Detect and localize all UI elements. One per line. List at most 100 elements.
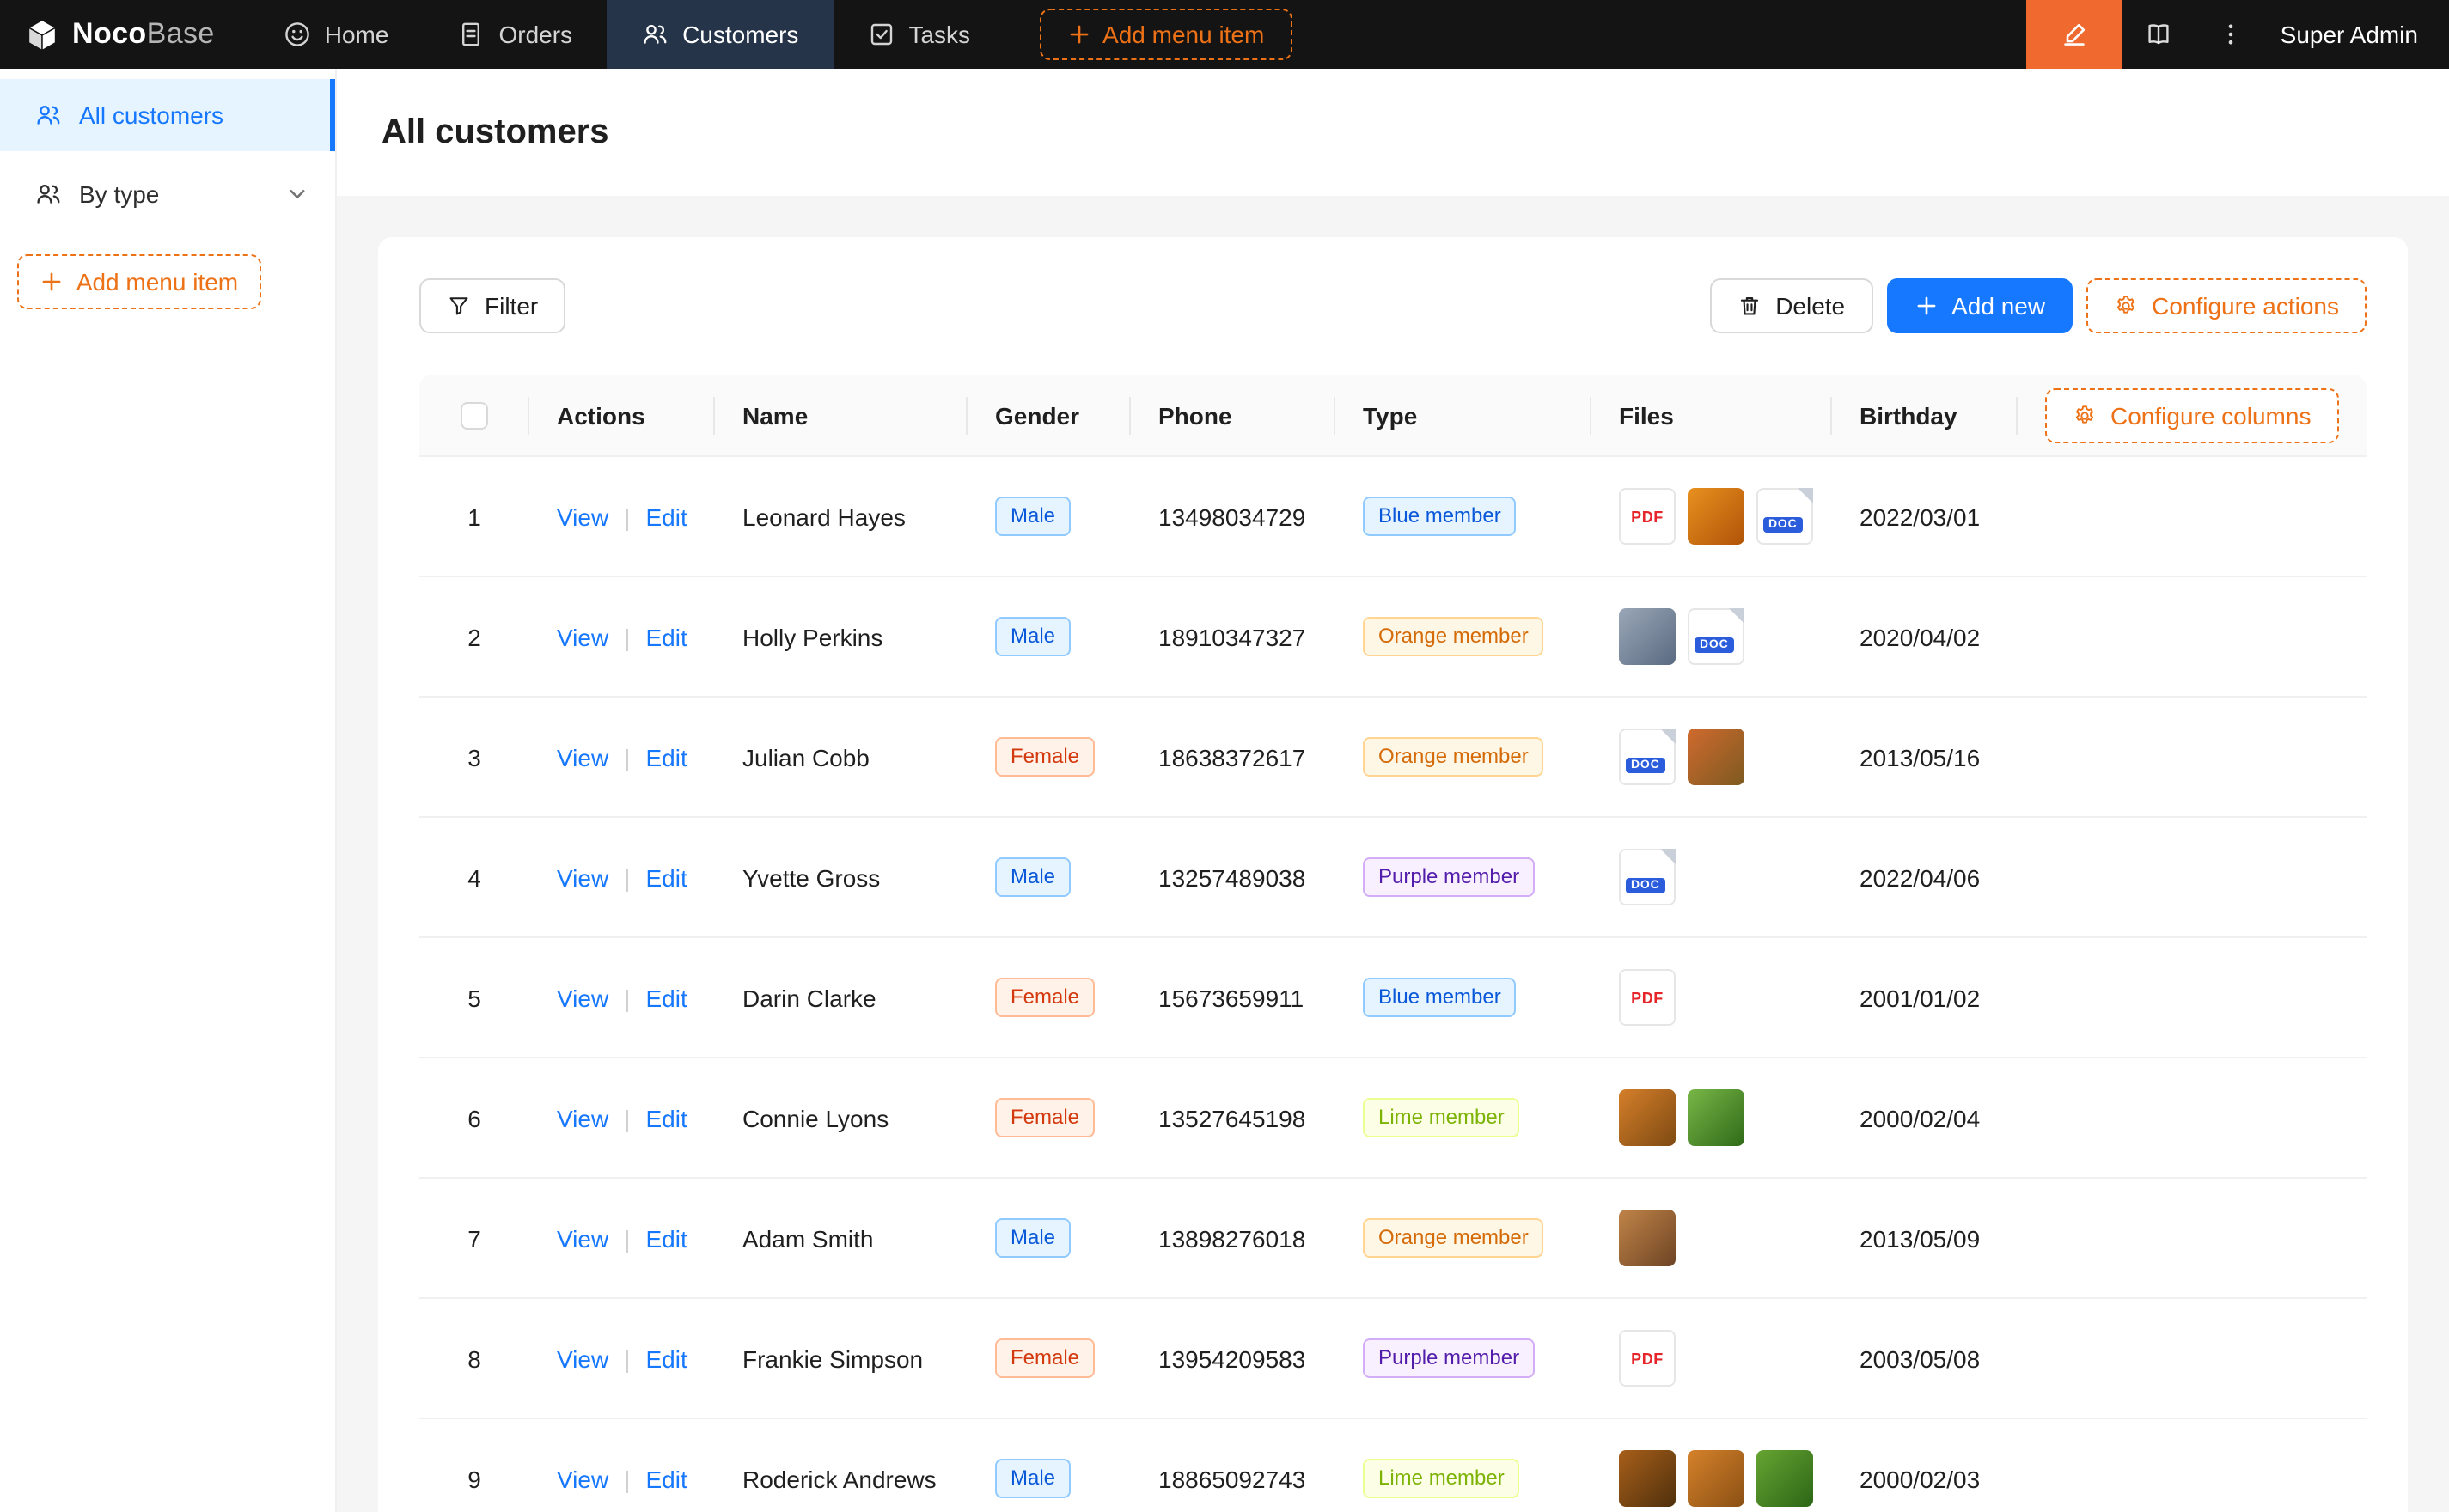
- configure-column-cell: [2018, 1058, 2367, 1179]
- view-link[interactable]: View: [557, 1344, 608, 1372]
- files-cell: [1591, 1419, 1832, 1512]
- edit-link[interactable]: Edit: [645, 1344, 687, 1372]
- filter-label: Filter: [485, 292, 538, 320]
- configure-actions-label: Configure actions: [2152, 292, 2339, 320]
- add-new-label: Add new: [1951, 292, 2045, 320]
- nav-item-tasks[interactable]: Tasks: [833, 0, 1005, 69]
- gender-cell: Female: [968, 1058, 1131, 1179]
- files-group: PDFDOC: [1619, 488, 1805, 545]
- type-cell: Purple member: [1335, 818, 1591, 938]
- image-file-thumbnail[interactable]: [1688, 1089, 1744, 1146]
- view-link[interactable]: View: [557, 623, 608, 650]
- nav-item-label: Orders: [498, 21, 572, 48]
- image-file-thumbnail[interactable]: [1688, 1450, 1744, 1507]
- type-tag: Blue member: [1363, 497, 1517, 536]
- edit-link[interactable]: Edit: [645, 743, 687, 771]
- table-row: 5View|EditDarin ClarkeFemale15673659911B…: [419, 938, 2367, 1058]
- delete-button[interactable]: Delete: [1710, 278, 1872, 333]
- gear-icon: [2073, 403, 2097, 427]
- phone: 15673659911: [1131, 938, 1335, 1058]
- view-link[interactable]: View: [557, 743, 608, 771]
- main-menu: Home Orders Customers Tasks: [249, 0, 1005, 69]
- image-file-thumbnail[interactable]: [1619, 1210, 1676, 1266]
- image-file-thumbnail[interactable]: [1688, 488, 1744, 545]
- type-tag: Purple member: [1363, 1338, 1535, 1378]
- files-cell: DOC: [1591, 698, 1832, 818]
- image-file-thumbnail[interactable]: [1619, 1450, 1676, 1507]
- doc-file-thumbnail[interactable]: DOC: [1688, 608, 1744, 665]
- view-link[interactable]: View: [557, 863, 608, 891]
- nocobase-logo[interactable]: NocoBase: [0, 0, 239, 69]
- row-actions: View|Edit: [529, 1058, 715, 1179]
- doc-file-thumbnail[interactable]: DOC: [1619, 849, 1676, 905]
- gender-tag: Male: [995, 497, 1071, 536]
- configure-column-cell: [2018, 1299, 2367, 1419]
- view-link[interactable]: View: [557, 984, 608, 1011]
- view-link[interactable]: View: [557, 1224, 608, 1252]
- row-index: 2: [419, 577, 529, 698]
- nav-item-orders[interactable]: Orders: [423, 0, 607, 69]
- add-menu-item-label: Add menu item: [76, 268, 238, 296]
- add-menu-item-button-nav[interactable]: Add menu item: [1039, 9, 1292, 60]
- image-file-thumbnail[interactable]: [1619, 1089, 1676, 1146]
- filter-button[interactable]: Filter: [419, 278, 565, 333]
- doc-file-thumbnail[interactable]: DOC: [1619, 729, 1676, 785]
- configure-columns-label: Configure columns: [2110, 401, 2311, 429]
- customer-name: Holly Perkins: [715, 577, 968, 698]
- ui-editor-button[interactable]: [2026, 0, 2122, 69]
- add-menu-item-button-sidebar[interactable]: Add menu item: [17, 254, 261, 309]
- edit-link[interactable]: Edit: [645, 1465, 687, 1492]
- view-link[interactable]: View: [557, 1465, 608, 1492]
- select-all-checkbox[interactable]: [461, 402, 488, 430]
- row-actions: View|Edit: [529, 1419, 715, 1512]
- image-file-thumbnail[interactable]: [1688, 729, 1744, 785]
- toolbar-right: Delete Add new Configure actions: [1710, 278, 2367, 333]
- more-menu-button[interactable]: [2195, 0, 2267, 69]
- gender-tag: Male: [995, 1459, 1071, 1498]
- nav-item-label: Customers: [682, 21, 798, 48]
- image-file-thumbnail[interactable]: [1756, 1450, 1813, 1507]
- birthday: 2020/04/02: [1832, 577, 2018, 698]
- sidebar-item-by-type[interactable]: By type: [0, 158, 335, 230]
- type-cell: Orange member: [1335, 698, 1591, 818]
- customer-name: Darin Clarke: [715, 938, 968, 1058]
- nav-item-customers[interactable]: Customers: [607, 0, 833, 69]
- edit-link[interactable]: Edit: [645, 984, 687, 1011]
- sidebar-item-all-customers[interactable]: All customers: [0, 79, 335, 151]
- brand-name: NocoBase: [72, 17, 215, 52]
- team-icon: [34, 180, 62, 208]
- files-group: PDF: [1619, 1330, 1805, 1387]
- image-file-thumbnail[interactable]: [1619, 608, 1676, 665]
- files-cell: DOC: [1591, 577, 1832, 698]
- view-link[interactable]: View: [557, 503, 608, 530]
- edit-link[interactable]: Edit: [645, 503, 687, 530]
- configure-actions-button[interactable]: Configure actions: [2086, 278, 2367, 333]
- configure-columns-button[interactable]: Configure columns: [2045, 387, 2338, 442]
- doc-file-thumbnail[interactable]: DOC: [1756, 488, 1813, 545]
- column-header-phone: Phone: [1131, 375, 1335, 457]
- edit-link[interactable]: Edit: [645, 623, 687, 650]
- gender-cell: Female: [968, 698, 1131, 818]
- chevron-down-icon: [284, 180, 311, 208]
- edit-link[interactable]: Edit: [645, 1104, 687, 1131]
- configure-column-cell: [2018, 938, 2367, 1058]
- docs-button[interactable]: [2122, 0, 2195, 69]
- view-link[interactable]: View: [557, 1104, 608, 1131]
- action-divider: |: [624, 863, 630, 891]
- pdf-file-thumbnail[interactable]: PDF: [1619, 969, 1676, 1026]
- table-body: 1View|EditLeonard HayesMale13498034729Bl…: [419, 457, 2367, 1512]
- user-menu[interactable]: Super Admin: [2267, 21, 2449, 48]
- add-new-button[interactable]: Add new: [1886, 278, 2073, 333]
- configure-column-cell: [2018, 457, 2367, 577]
- configure-column-cell: [2018, 818, 2367, 938]
- files-group: DOC: [1619, 729, 1805, 785]
- pdf-file-thumbnail[interactable]: PDF: [1619, 1330, 1676, 1387]
- nav-item-home[interactable]: Home: [249, 0, 424, 69]
- phone: 13954209583: [1131, 1299, 1335, 1419]
- pdf-file-thumbnail[interactable]: PDF: [1619, 488, 1676, 545]
- column-header-name: Name: [715, 375, 968, 457]
- edit-link[interactable]: Edit: [645, 863, 687, 891]
- row-index: 5: [419, 938, 529, 1058]
- row-index: 7: [419, 1179, 529, 1299]
- edit-link[interactable]: Edit: [645, 1224, 687, 1252]
